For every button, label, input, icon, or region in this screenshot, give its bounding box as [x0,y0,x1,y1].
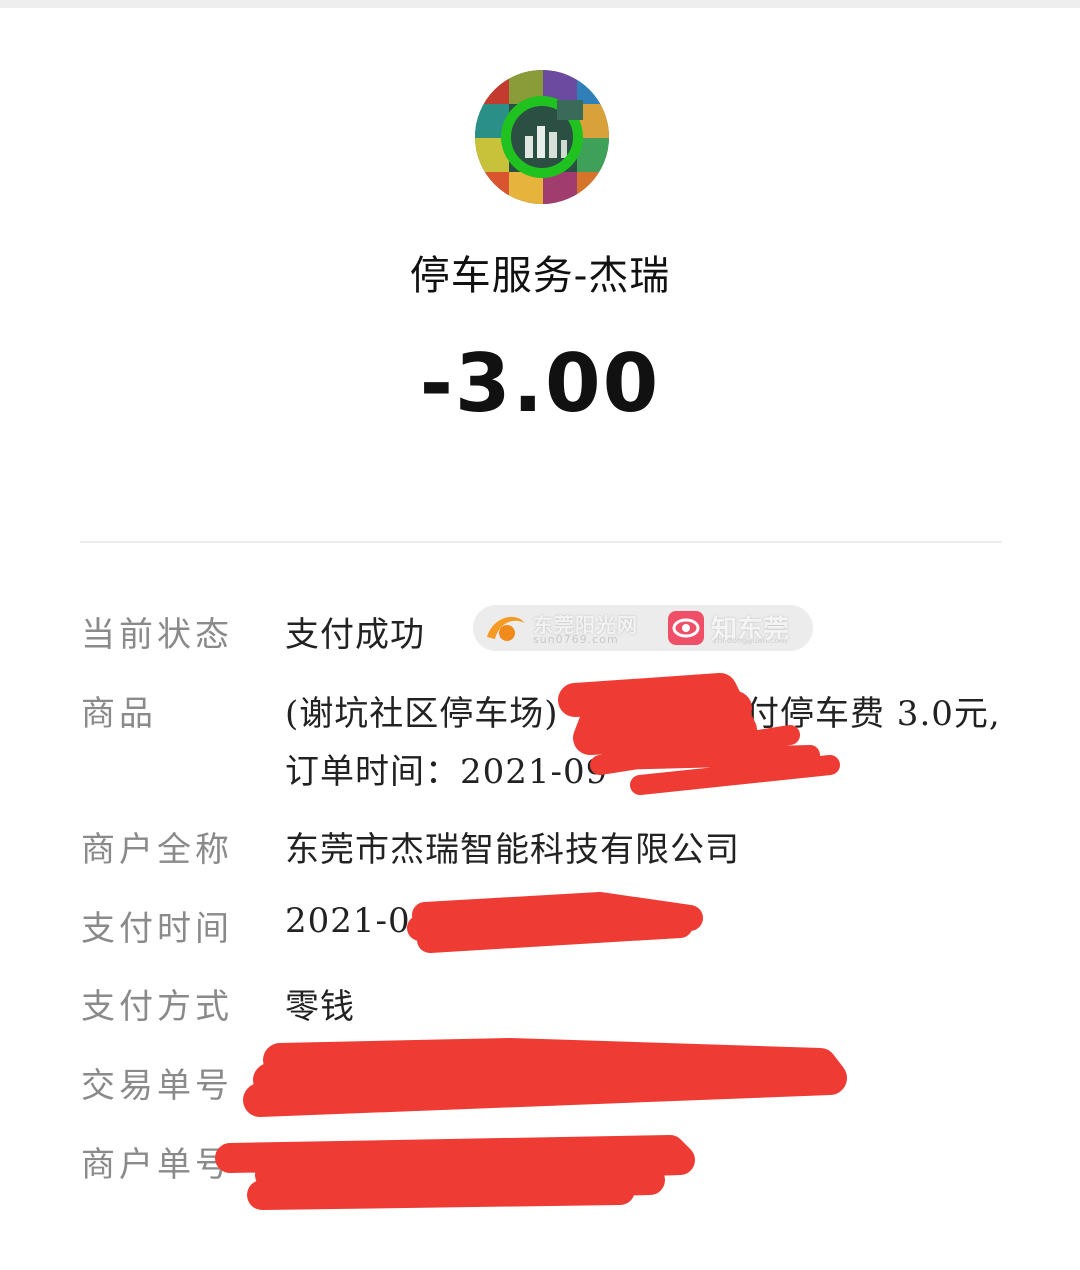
redaction-merchant-order [215,1135,695,1210]
redaction-marks [215,673,847,1210]
redaction-pay-time [407,892,703,953]
redaction-transaction-id [243,1038,847,1117]
redaction-product [558,673,757,755]
